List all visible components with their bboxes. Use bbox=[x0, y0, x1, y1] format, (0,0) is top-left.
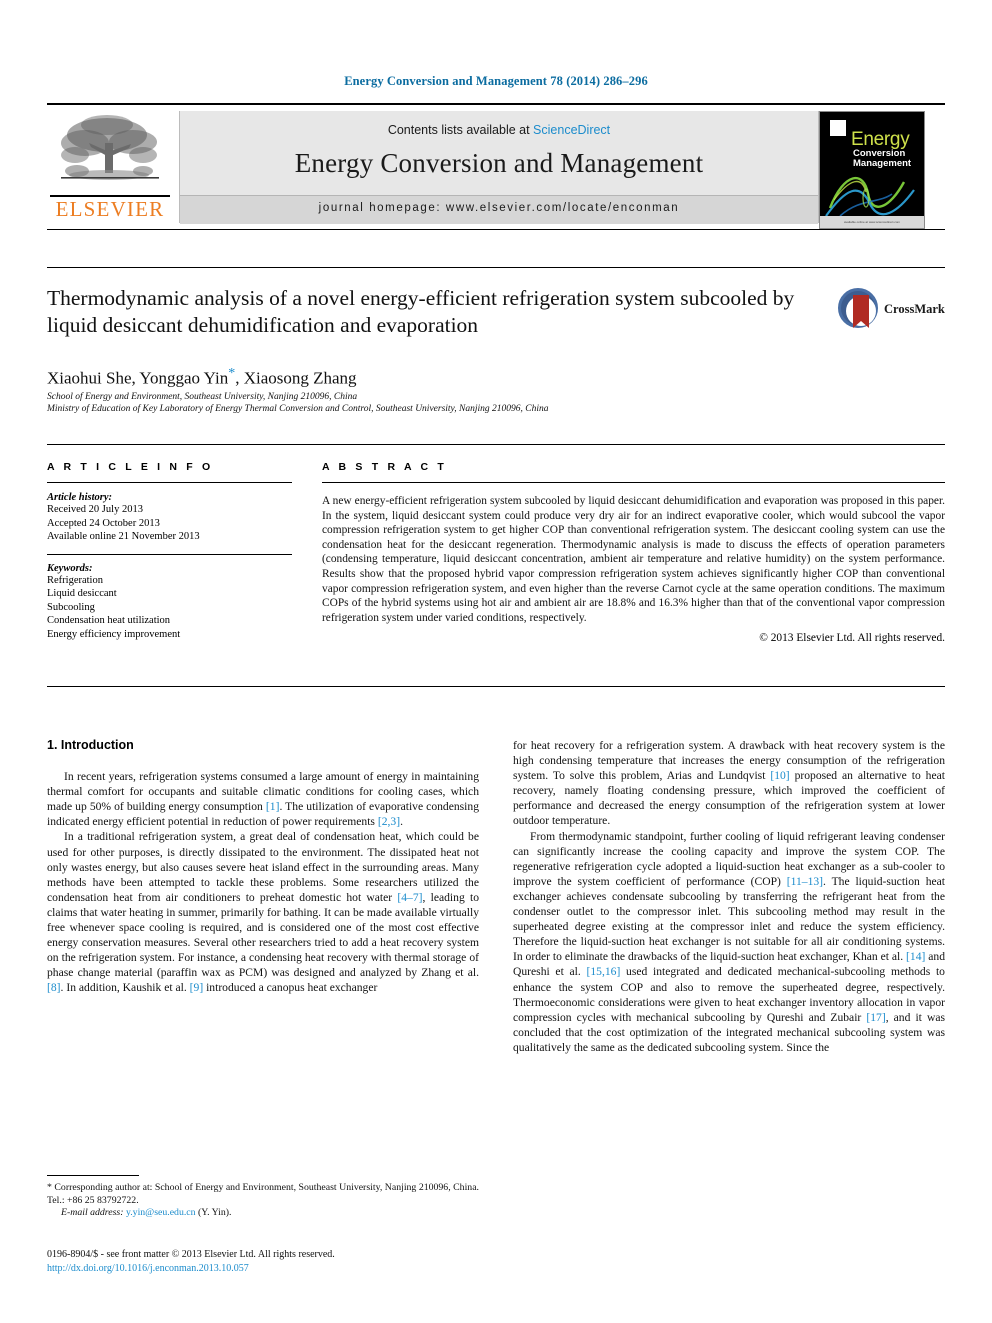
abstract-text: A new energy-efficient refrigeration sys… bbox=[322, 495, 945, 624]
cover-publisher-mark bbox=[830, 120, 846, 136]
journal-article-page: Energy Conversion and Management 78 (201… bbox=[0, 0, 992, 1323]
citation-link[interactable]: [15,16] bbox=[587, 965, 621, 978]
paragraph-text: . In addition, Kaushik et al. bbox=[60, 981, 190, 995]
cover-footer-strip: available online at www.sciencedirect.co… bbox=[820, 216, 924, 228]
footnote-block: * Corresponding author at: School of Ene… bbox=[47, 1182, 479, 1220]
keyword-item: Energy efficiency improvement bbox=[47, 628, 181, 640]
body-paragraph: In a traditional refrigeration system, a… bbox=[47, 829, 479, 995]
paragraph-text: , leading to claims that water heating i… bbox=[47, 890, 479, 980]
affiliation-1: School of Energy and Environment, Southe… bbox=[47, 392, 358, 402]
elsevier-logo: ELSEVIER bbox=[47, 111, 173, 229]
citation-link[interactable]: [14] bbox=[906, 950, 925, 963]
body-paragraph: for heat recovery for a refrigeration sy… bbox=[513, 738, 945, 829]
masthead-top-rule bbox=[47, 103, 945, 105]
article-history-online: Available online 21 November 2013 bbox=[47, 531, 200, 542]
left-column-paragraphs: In recent years, refrigeration systems c… bbox=[47, 769, 479, 995]
email-suffix: (Y. Yin). bbox=[195, 1207, 232, 1218]
article-info-rule bbox=[47, 482, 292, 483]
cover-subtitle: Conversion Management bbox=[853, 149, 911, 169]
cover-subtitle-line2: Management bbox=[853, 158, 912, 169]
cover-footer-text: available online at www.sciencedirect.co… bbox=[843, 220, 901, 224]
journal-homepage-bar: journal homepage: www.elsevier.com/locat… bbox=[180, 195, 818, 224]
keyword-item: Condensation heat utilization bbox=[47, 615, 171, 626]
article-history-label: Article history: bbox=[47, 492, 113, 503]
masthead-center-panel: Contents lists available at ScienceDirec… bbox=[179, 111, 819, 224]
elsevier-tree-icon bbox=[61, 115, 159, 180]
body-paragraph: In recent years, refrigeration systems c… bbox=[47, 769, 479, 829]
citation-link[interactable]: [8] bbox=[47, 981, 61, 994]
journal-cover-image: Energy Conversion Management available o… bbox=[819, 111, 925, 229]
abstract-heading: A B S T R A C T bbox=[322, 461, 447, 473]
footnote-separator bbox=[47, 1175, 139, 1176]
crossmark-label: CrossMark bbox=[884, 302, 945, 316]
keyword-item: Refrigeration bbox=[47, 574, 103, 586]
crossmark-circle-icon bbox=[838, 288, 878, 328]
abstract-rule bbox=[322, 482, 945, 483]
contents-prefix: Contents lists available at bbox=[387, 123, 534, 137]
crossmark-badge[interactable]: CrossMark bbox=[838, 288, 946, 332]
info-band-top-rule bbox=[47, 444, 945, 445]
cover-artwork: Energy Conversion Management available o… bbox=[820, 112, 924, 228]
masthead-bottom-rule bbox=[47, 229, 945, 230]
keywords-rule bbox=[47, 553, 292, 555]
title-top-rule bbox=[47, 267, 945, 268]
article-history-received: Received 20 July 2013 bbox=[47, 504, 143, 515]
article-history-accepted: Accepted 24 October 2013 bbox=[47, 517, 160, 529]
citation-link[interactable]: [1] bbox=[266, 800, 280, 813]
journal-homepage-text[interactable]: journal homepage: www.elsevier.com/locat… bbox=[180, 202, 818, 214]
paragraph-text: introduced a canopus heat exchanger bbox=[203, 981, 378, 995]
affiliation-2: Ministry of Education of Key Laboratory … bbox=[47, 404, 549, 414]
keywords-block: Keywords: Refrigeration Liquid desiccant… bbox=[47, 553, 292, 642]
abstract-copyright: © 2013 Elsevier Ltd. All rights reserved… bbox=[759, 632, 945, 645]
email-label: E-mail address: bbox=[61, 1207, 124, 1218]
crossmark-bookmark-icon bbox=[853, 295, 869, 328]
publisher-copyright-block: 0196-8904/$ - see front matter © 2013 El… bbox=[47, 1248, 497, 1276]
paragraph-text: . The liquid-suction heat exchanger achi… bbox=[513, 874, 946, 964]
doi-link[interactable]: http://dx.doi.org/10.1016/j.enconman.201… bbox=[47, 1262, 497, 1276]
citation-link[interactable]: [11–13] bbox=[787, 875, 823, 888]
body-paragraph: From thermodynamic standpoint, further c… bbox=[513, 829, 945, 1055]
email-link[interactable]: y.yin@seu.edu.cn bbox=[126, 1207, 196, 1218]
citation-link[interactable]: [17] bbox=[866, 1011, 885, 1024]
citation-link[interactable]: [4–7] bbox=[397, 891, 422, 904]
page-title: Thermodynamic analysis of a novel energy… bbox=[47, 286, 795, 337]
keyword-item: Liquid desiccant bbox=[47, 588, 117, 599]
info-band-bottom-rule bbox=[47, 686, 945, 687]
journal-title: Energy Conversion and Management bbox=[294, 148, 704, 178]
citation-link[interactable]: [9] bbox=[190, 981, 204, 994]
running-head: Energy Conversion and Management 78 (201… bbox=[344, 74, 648, 88]
issn-line: 0196-8904/$ - see front matter © 2013 El… bbox=[47, 1249, 335, 1260]
contents-available-line: Contents lists available at ScienceDirec… bbox=[180, 123, 818, 137]
right-column-paragraphs: for heat recovery for a refrigeration sy… bbox=[513, 738, 945, 1055]
article-info-heading: A R T I C L E I N F O bbox=[47, 461, 214, 473]
corresponding-author-note: * Corresponding author at: School of Ene… bbox=[47, 1182, 479, 1207]
author-names-part1: Xiaohui She, Yonggao Yin bbox=[47, 368, 229, 388]
corresponding-author-note-text: Corresponding author at: School of Energ… bbox=[47, 1182, 479, 1206]
author-list: Xiaohui She, Yonggao Yin*, Xiaosong Zhan… bbox=[47, 366, 357, 389]
author-names-part2: , Xiaosong Zhang bbox=[235, 368, 357, 388]
article-info-column: A R T I C L E I N F O Article history: R… bbox=[47, 461, 292, 641]
keyword-item: Subcooling bbox=[47, 601, 95, 613]
keywords-label: Keywords: bbox=[47, 562, 93, 574]
citation-link[interactable]: [10] bbox=[770, 769, 789, 782]
email-note: E-mail address: y.yin@seu.edu.cn (Y. Yin… bbox=[47, 1207, 479, 1220]
sciencedirect-link[interactable]: ScienceDirect bbox=[533, 123, 610, 137]
body-column-left: 1. Introduction In recent years, refrige… bbox=[47, 738, 479, 996]
abstract-column: A B S T R A C T A new energy-efficient r… bbox=[322, 461, 945, 644]
journal-masthead: ELSEVIER Contents lists available at Sci… bbox=[47, 103, 945, 230]
body-column-right: for heat recovery for a refrigeration sy… bbox=[513, 738, 945, 1055]
elsevier-wordmark: ELSEVIER bbox=[55, 197, 165, 221]
citation-link[interactable]: [2,3] bbox=[378, 815, 400, 828]
paragraph-text: . bbox=[400, 815, 403, 829]
section-heading-introduction: 1. Introduction bbox=[47, 738, 134, 752]
